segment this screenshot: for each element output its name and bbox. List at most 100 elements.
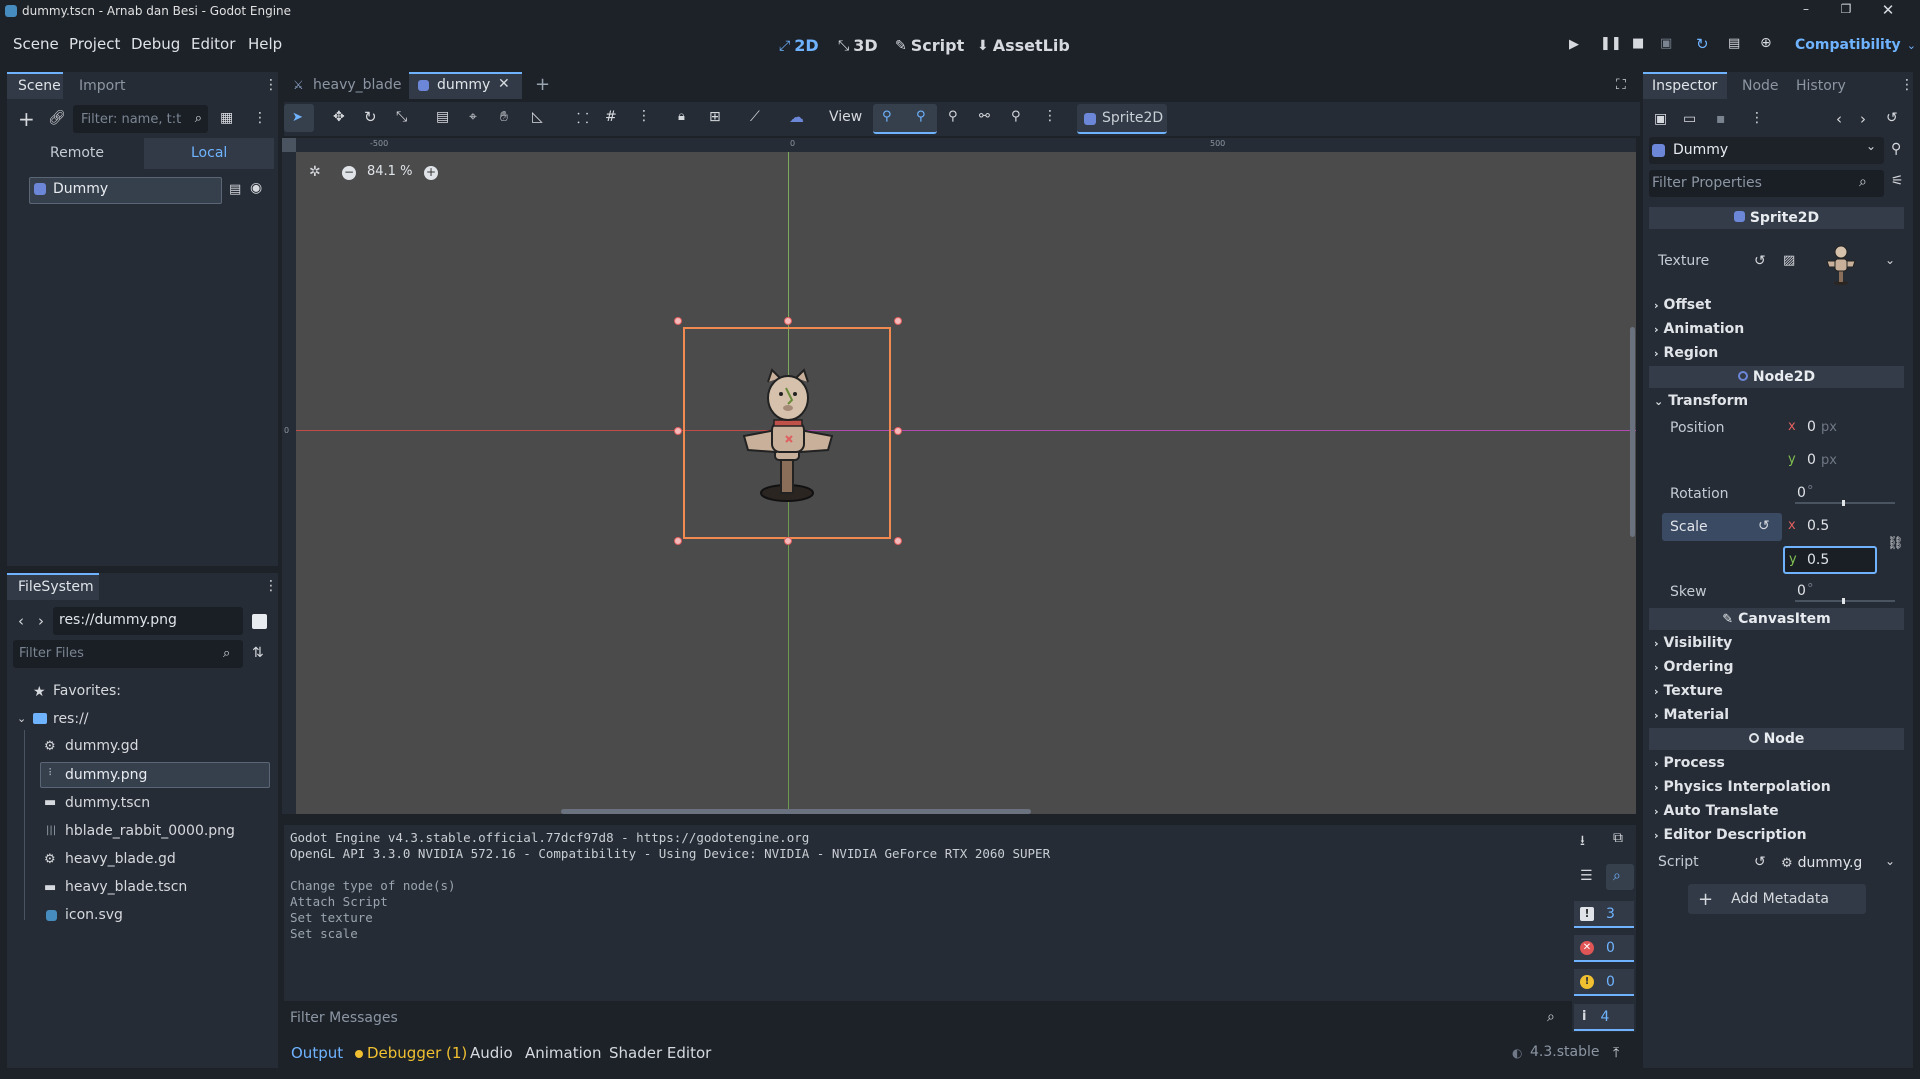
tab-debugger[interactable]: Debugger (1)	[367, 1044, 467, 1062]
resize-handle[interactable]	[784, 537, 792, 545]
resize-handle[interactable]	[784, 317, 792, 325]
scale-y-field[interactable]: y 0.5	[1783, 546, 1877, 574]
search-icon[interactable]: ⌕	[1613, 868, 1621, 884]
attach-script-icon[interactable]: ▦	[220, 110, 233, 126]
link-icon[interactable]: 🔗︎	[48, 110, 66, 126]
path-field[interactable]: res://dummy.png	[53, 607, 243, 635]
history-back-icon[interactable]: ‹	[1836, 110, 1842, 128]
pan-tool-icon[interactable]: ✋︎	[500, 109, 508, 125]
history-forward-icon[interactable]: ›	[1860, 110, 1866, 128]
reload-icon[interactable]: ↻	[1696, 35, 1709, 53]
rotation-slider-grabber[interactable]	[1842, 500, 1845, 506]
add-metadata-button[interactable]: + Add Metadata	[1688, 884, 1866, 914]
resize-handle[interactable]	[894, 537, 902, 545]
file-item[interactable]: heavy_blade.gd	[65, 851, 176, 867]
object-selector[interactable]: Dummy ⌄	[1649, 137, 1884, 164]
distraction-free-icon[interactable]: ⛶	[1616, 77, 1626, 93]
edit-texture-icon[interactable]: ▨	[1783, 253, 1795, 268]
remote-debug-icon[interactable]: ⊕	[1760, 35, 1772, 51]
link-scale-icon[interactable]: ⛓	[1887, 536, 1904, 551]
scale-x-field[interactable]: x 0.5	[1783, 513, 1877, 540]
chevron-down-icon[interactable]: ⌄	[17, 712, 26, 725]
tab-animation[interactable]: Animation	[525, 1044, 601, 1062]
add-tab-icon[interactable]: +	[535, 74, 550, 95]
visibility-section[interactable]: › Visibility	[1654, 635, 1732, 651]
transform-section[interactable]: ⌄ Transform	[1654, 393, 1748, 409]
filter-warning-toggle[interactable]: ! 0	[1574, 969, 1634, 996]
file-item[interactable]: hblade_rabbit_0000.png	[65, 823, 235, 839]
pause-icon[interactable]: ❚❚	[1600, 36, 1622, 51]
position-x-field[interactable]: x 0 px	[1783, 414, 1877, 441]
copy-icon[interactable]: ⧉	[1613, 830, 1623, 846]
tab-history[interactable]: History	[1796, 78, 1846, 94]
forward-icon[interactable]: ›	[38, 612, 44, 630]
tab-node[interactable]: Node	[1742, 78, 1779, 94]
movie-icon[interactable]: ▤	[1728, 36, 1740, 51]
close-tab-icon[interactable]: ✕	[498, 76, 510, 92]
texture-preview[interactable]	[1817, 241, 1865, 287]
renderer-select[interactable]: Compatibility ⌄	[1795, 37, 1916, 53]
position-y-field[interactable]: y 0 px	[1783, 447, 1877, 474]
inspector-menu-icon[interactable]: ⋮	[1900, 77, 1914, 93]
res-root[interactable]: res://	[53, 711, 89, 727]
scale-gizmo-icon[interactable]: ⚲	[948, 109, 958, 124]
smart-snap-icon[interactable]: ⸬	[577, 109, 589, 128]
tab-output[interactable]: Output	[291, 1044, 343, 1062]
revert-icon[interactable]: ↺	[1758, 518, 1770, 534]
add-node-icon[interactable]: +	[18, 107, 35, 131]
mode-assetlib-button[interactable]: ⬇ AssetLib	[977, 36, 1070, 55]
resize-handle[interactable]	[894, 317, 902, 325]
rotation-gizmo-icon[interactable]: ⚲	[916, 109, 926, 124]
pivot-tool-icon[interactable]: ⌖	[469, 109, 477, 125]
back-icon[interactable]: ‹	[18, 612, 24, 630]
chevron-down-icon[interactable]: ⌄	[1885, 854, 1895, 868]
chevron-down-icon[interactable]: ⌄	[1885, 253, 1895, 267]
menu-project[interactable]: Project	[69, 35, 120, 53]
resize-handle[interactable]	[894, 427, 902, 435]
horizontal-scrollbar[interactable]	[561, 809, 1031, 814]
resize-handle[interactable]	[674, 317, 682, 325]
play-icon[interactable]: ▶	[1569, 37, 1579, 52]
region-section[interactable]: › Region	[1654, 345, 1718, 361]
file-item[interactable]: dummy.gd	[65, 738, 139, 754]
script-field[interactable]: ⚙ dummy.g	[1781, 851, 1881, 875]
play-scene-icon[interactable]: ▣	[1660, 36, 1672, 51]
menu-scene[interactable]: Scene	[13, 35, 59, 53]
sort-icon[interactable]: ⇅	[252, 645, 264, 661]
visibility-eye-icon[interactable]: ◉	[250, 180, 262, 196]
keying-icon[interactable]: ⚲	[1011, 109, 1021, 124]
close-icon[interactable]: ✕	[1878, 1, 1898, 19]
texture-section[interactable]: › Texture	[1654, 683, 1723, 699]
view-menu[interactable]: View	[829, 109, 862, 125]
resize-handle[interactable]	[674, 537, 682, 545]
stop-icon[interactable]: ■	[1632, 36, 1644, 51]
save-resource-icon[interactable]: ▪	[1716, 111, 1726, 127]
tab-import[interactable]: Import	[79, 78, 125, 94]
new-resource-icon[interactable]: ▣	[1654, 111, 1667, 127]
file-item[interactable]: dummy.tscn	[65, 795, 150, 811]
collapse-icon[interactable]: ☰	[1580, 868, 1593, 884]
script-attached-icon[interactable]: ▤	[229, 182, 241, 197]
load-resource-icon[interactable]: ▭	[1683, 111, 1696, 127]
filter-files-input[interactable]: Filter Files ⌕	[13, 640, 243, 668]
file-item[interactable]: heavy_blade.tscn	[65, 879, 187, 895]
menu-editor[interactable]: Editor	[191, 35, 235, 53]
revert-icon[interactable]: ↺	[1754, 854, 1766, 870]
filter-properties-input[interactable]: Filter Properties ⌕	[1649, 170, 1884, 197]
process-section[interactable]: › Process	[1654, 755, 1725, 771]
filter-error-toggle[interactable]: ✕ 0	[1574, 935, 1634, 962]
dock-menu-icon[interactable]: ⋮	[264, 77, 278, 93]
scale-tool-icon[interactable]: ⤡	[396, 109, 407, 125]
camera-override-icon[interactable]: ☁	[789, 108, 804, 126]
ordering-section[interactable]: › Ordering	[1654, 659, 1734, 675]
mode-2d-button[interactable]: ⤢ 2D	[779, 36, 819, 55]
split-mode-icon[interactable]	[252, 614, 267, 629]
zoom-out-icon[interactable]: −	[342, 166, 356, 180]
editor-description-section[interactable]: › Editor Description	[1654, 827, 1807, 843]
rotation-slider-field[interactable]: 0 °	[1795, 482, 1895, 509]
fs-menu-icon[interactable]: ⋮	[264, 578, 278, 594]
mode-3d-button[interactable]: ⤡ 3D	[838, 36, 878, 55]
properties-options-icon[interactable]: ⚟	[1891, 173, 1904, 189]
expand-bottom-panel-icon[interactable]: ⤒	[1613, 1045, 1619, 1061]
animation-options-icon[interactable]: ⋮	[1043, 108, 1057, 124]
